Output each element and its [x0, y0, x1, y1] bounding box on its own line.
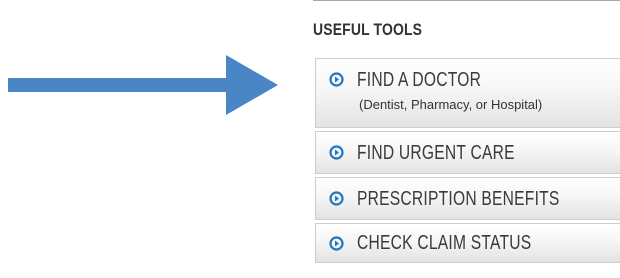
circle-chevron-right-icon [329, 191, 344, 206]
panel-divider [313, 0, 620, 1]
find-a-doctor-button[interactable]: FIND A DOCTOR (Dentist, Pharmacy, or Hos… [315, 58, 620, 128]
circle-chevron-right-icon [329, 236, 344, 251]
circle-chevron-right-icon [329, 72, 344, 87]
pointer-arrow-icon [8, 55, 278, 115]
useful-tools-panel: USEFUL TOOLS FIND A DOCTOR (Dentist, Pha… [313, 0, 620, 278]
circle-chevron-right-icon [329, 145, 344, 160]
tool-list: FIND A DOCTOR (Dentist, Pharmacy, or Hos… [313, 58, 620, 263]
find-urgent-care-button[interactable]: FIND URGENT CARE [315, 131, 620, 174]
find-urgent-care-label: FIND URGENT CARE [357, 142, 515, 164]
prescription-benefits-label: PRESCRIPTION BENEFITS [357, 188, 560, 210]
check-claim-status-label: CHECK CLAIM STATUS [357, 232, 532, 254]
find-a-doctor-label: FIND A DOCTOR [357, 69, 482, 91]
panel-title: USEFUL TOOLS [313, 20, 423, 39]
prescription-benefits-button[interactable]: PRESCRIPTION BENEFITS [315, 177, 620, 220]
find-a-doctor-sublabel: (Dentist, Pharmacy, or Hospital) [359, 97, 543, 112]
check-claim-status-button[interactable]: CHECK CLAIM STATUS [315, 223, 620, 263]
